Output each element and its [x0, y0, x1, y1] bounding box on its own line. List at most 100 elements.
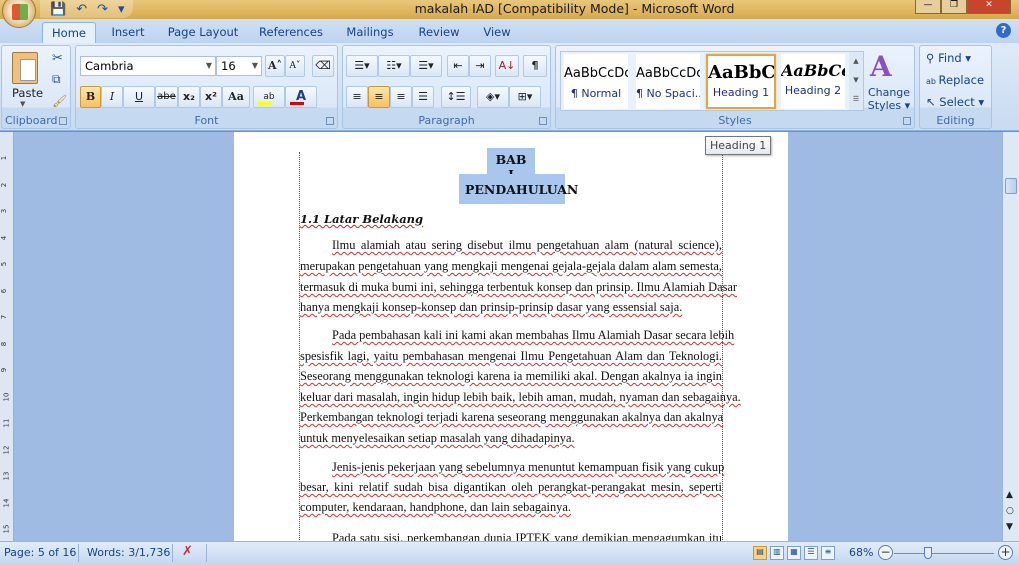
chapter-title[interactable]: PENDAHULUAN [459, 174, 578, 204]
line-spacing-button[interactable]: ↕☰ [441, 86, 471, 108]
increase-indent-button[interactable]: ⇥ [469, 55, 491, 77]
paragraph-line[interactable]: Perkembangan teknologi terjadi karena se… [300, 409, 723, 425]
font-color-button[interactable]: A [285, 86, 317, 108]
vertical-scrollbar[interactable]: ▲ ○ ▼ [1002, 132, 1019, 541]
web-layout-icon[interactable]: ▦ [787, 546, 801, 560]
ruler-tick: 15 [2, 524, 11, 534]
paragraph-line[interactable]: spesisfik lagi, yaitu pembahasan mengena… [300, 348, 722, 364]
highlight-button[interactable]: ab [253, 86, 285, 108]
styles-group: AaBbCcDc ¶ Normal AaBbCcDc ¶ No Spaci... A… [555, 45, 915, 129]
paragraph-line[interactable]: hanya mengkaji konsep-konsep dan prinsip… [300, 299, 722, 315]
grow-font-button[interactable]: A˄ [265, 55, 285, 77]
format-painter-icon[interactable]: 🖌 [52, 94, 67, 108]
decrease-indent-button[interactable]: ⇤ [447, 55, 469, 77]
paste-icon[interactable] [12, 52, 38, 84]
restore-button[interactable]: ❐ [941, 0, 967, 14]
paste-button[interactable]: Paste [12, 86, 43, 100]
font-size-combo[interactable]: 16 ▼ [216, 56, 262, 76]
justify-button[interactable]: ☰ [412, 86, 434, 108]
style-heading-2[interactable]: AaBbCc Heading 2 [781, 54, 845, 109]
show-marks-button[interactable]: ¶ [523, 55, 547, 77]
help-icon[interactable]: ? [996, 23, 1011, 38]
page-indicator[interactable]: Page: 5 of 16 [4, 546, 76, 559]
shrink-font-button[interactable]: A˅ [285, 55, 305, 77]
vertical-ruler[interactable]: 1 2 3 4 5 6 7 8 9 10 11 12 13 14 15 [0, 132, 14, 541]
copy-icon[interactable]: ⧉ [52, 72, 61, 87]
paragraph-launcher-icon[interactable] [539, 117, 547, 125]
numbering-button[interactable]: ☷▾ [378, 55, 410, 77]
previous-page-icon[interactable]: ▲ [1006, 490, 1013, 500]
align-left-button[interactable]: ≡ [346, 86, 368, 108]
paragraph-line[interactable]: Ilmu alamiah atau sering disebut ilmu pe… [300, 237, 722, 253]
paragraph-line[interactable]: keluar dari masalah, ingin hidup lebih b… [300, 389, 741, 405]
paragraph-line[interactable]: besar, kini relatif sudah bisa digantika… [300, 479, 722, 495]
tab-insert[interactable]: Insert [100, 22, 156, 43]
document-area: 123456789101112131415 BAB I PENDAHULUAN … [0, 132, 1019, 541]
styles-launcher-icon[interactable] [903, 117, 911, 125]
clear-formatting-button[interactable]: ⌫ [312, 55, 334, 77]
outline-view-icon[interactable]: ☰ [804, 546, 818, 560]
zoom-slider[interactable] [894, 547, 994, 559]
paragraph-line[interactable]: merupakan pengetahuan yang mengkaji meng… [300, 258, 722, 274]
style-heading-1[interactable]: AaBbC(Heading 1 [706, 54, 776, 109]
strikethrough-button[interactable]: abe [155, 86, 178, 108]
zoom-slider-thumb[interactable] [923, 547, 932, 559]
zoom-in-button[interactable]: + [998, 545, 1013, 560]
bullets-button[interactable]: ☰▾ [346, 55, 378, 77]
section-heading[interactable]: 1.1 Latar Belakang [300, 212, 423, 226]
tab-page-layout[interactable]: Page Layout [160, 22, 246, 43]
word-count[interactable]: Words: 3/1,736 [87, 546, 170, 559]
zoom-out-button[interactable]: − [878, 545, 893, 560]
office-logo-icon [12, 4, 28, 20]
scrollbar-thumb[interactable] [1005, 178, 1017, 194]
paragraph-line[interactable]: Jenis-jenis pekerjaan yang sebelumnya me… [300, 459, 724, 475]
align-right-button[interactable]: ≡ [390, 86, 412, 108]
tab-review[interactable]: Review [410, 22, 468, 43]
paragraph-line[interactable]: untuk menyelesaikan setiap masalah yang … [300, 430, 722, 446]
minimize-button[interactable]: — [915, 0, 941, 14]
paragraph-line[interactable]: Pada satu sisi, perkembangan dunia IPTEK… [300, 530, 722, 541]
underline-button[interactable]: U [123, 86, 155, 108]
change-case-button[interactable]: Aa [222, 86, 250, 108]
tab-home[interactable]: Home [42, 22, 96, 43]
replace-button[interactable]: ab Replace [926, 73, 984, 87]
select-button[interactable]: ↖ Select ▾ [926, 95, 984, 109]
clipboard-launcher-icon[interactable] [59, 117, 67, 125]
bold-button[interactable]: B [80, 86, 101, 108]
subscript-button[interactable]: x₂ [178, 86, 200, 108]
style-no-spacing[interactable]: AaBbCcDc ¶ No Spaci... [636, 54, 700, 109]
font-launcher-icon[interactable] [326, 117, 334, 125]
italic-button[interactable]: I [101, 86, 123, 108]
font-family-combo[interactable]: Cambria ▼ [80, 56, 216, 76]
style-name: Heading 1 [712, 86, 770, 99]
paragraph-line[interactable]: Pada pembahasan kali ini kami akan memba… [300, 327, 734, 343]
ribbon-tabs: Home Insert Page Layout References Maili… [0, 19, 1019, 43]
proofing-icon[interactable]: ✗ [182, 544, 193, 559]
next-page-icon[interactable]: ▼ [1006, 522, 1013, 532]
full-screen-reading-icon[interactable]: ▥ [770, 546, 784, 560]
borders-button[interactable]: ⊞▾ [509, 86, 541, 108]
styles-gallery-scroll[interactable]: ▲ ▼ ☰ [849, 52, 863, 110]
change-styles-button[interactable]: Change Styles ▾ [866, 86, 912, 112]
paragraph-line[interactable]: termasuk di muka bumi ini, sehingga terb… [300, 279, 737, 295]
tab-references[interactable]: References [250, 22, 332, 43]
style-normal[interactable]: AaBbCcDc ¶ Normal [564, 54, 628, 109]
find-button[interactable]: ⚲ Find ▾ [926, 51, 971, 65]
select-browse-object-icon[interactable]: ○ [1006, 506, 1014, 516]
print-layout-view-icon[interactable]: ▤ [753, 546, 767, 560]
tab-mailings[interactable]: Mailings [336, 22, 404, 43]
align-center-button[interactable]: ≡ [368, 86, 390, 108]
superscript-button[interactable]: x² [200, 86, 222, 108]
sort-button[interactable]: A↓ [495, 55, 519, 77]
multilevel-list-button[interactable]: ☰▾ [410, 55, 442, 77]
shading-button[interactable]: ◈▾ [477, 86, 509, 108]
zoom-level[interactable]: 68% [849, 546, 873, 559]
tab-view[interactable]: View [474, 22, 520, 43]
draft-view-icon[interactable]: ≡ [821, 546, 835, 560]
close-button[interactable]: ✕ [967, 0, 1011, 14]
style-sample: AaBbCcDc [564, 66, 628, 81]
paragraph-line[interactable]: Seseorang menggunakan teknologi karena i… [300, 368, 722, 384]
cut-icon[interactable]: ✂ [52, 51, 63, 66]
paragraph-line[interactable]: computer, kendaraan, handphone, dan lain… [300, 499, 722, 515]
tooltip: Heading 1 [705, 136, 772, 155]
